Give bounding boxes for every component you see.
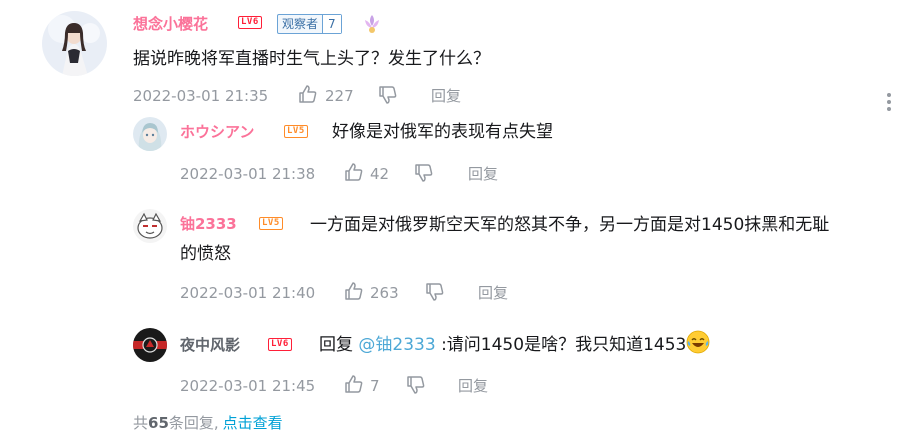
username[interactable]: 铀2333: [180, 215, 237, 233]
username[interactable]: 想念小樱花: [133, 15, 208, 33]
like-count: 42: [370, 165, 390, 183]
avatar[interactable]: [133, 328, 167, 362]
thumb-up-icon[interactable]: [298, 84, 318, 108]
like-count: 263: [370, 284, 399, 302]
more-vertical-icon[interactable]: [886, 93, 892, 113]
level-badge: LV5: [284, 125, 308, 138]
avatar[interactable]: [133, 209, 167, 243]
username[interactable]: 夜中风影: [180, 336, 240, 354]
crest-icon: [360, 12, 384, 36]
comment-text: 好像是对俄军的表现有点失望: [332, 122, 553, 142]
fan-medal[interactable]: 观察者 7: [277, 14, 342, 34]
avatar[interactable]: [42, 11, 107, 76]
thumb-down-icon[interactable]: [406, 375, 426, 399]
like-count: 227: [325, 87, 354, 105]
level-badge: LV5: [259, 217, 283, 230]
thumb-up-icon[interactable]: [344, 162, 364, 186]
avatar[interactable]: [133, 117, 167, 151]
thumb-up-icon[interactable]: [344, 281, 364, 305]
comment-text: 回复 @铀2333 :请问1450是啥？我只知道1453: [319, 330, 710, 364]
comment-body: :请问1450是啥？我只知道1453: [441, 335, 687, 355]
reply-summary: 共65条回复, 点击查看: [133, 414, 283, 432]
thumb-down-icon[interactable]: [425, 282, 445, 306]
comment-text-line-2: 的愤怒: [180, 244, 231, 264]
comment-text-line-1: 一方面是对俄罗斯空天军的怒其不争，另一方面是对1450抹黑和无耻: [310, 215, 830, 235]
mention-link[interactable]: @铀2333: [358, 335, 435, 355]
view-replies-link[interactable]: 点击查看: [223, 414, 283, 432]
comment-text: 据说昨晚将军直播时生气上头了？发生了什么？: [133, 49, 490, 69]
thumb-up-icon[interactable]: [344, 374, 364, 398]
summary-prefix: 共: [133, 414, 149, 432]
comment-time: 2022-03-01 21:45: [180, 377, 316, 395]
comment-time: 2022-03-01 21:35: [133, 87, 269, 105]
reply-button[interactable]: 回复: [431, 87, 461, 105]
level-badge: LV6: [268, 338, 292, 351]
thumb-down-icon[interactable]: [378, 85, 398, 109]
thumb-down-icon[interactable]: [414, 163, 434, 187]
reply-prefix: 回复: [319, 335, 353, 355]
reply-button[interactable]: 回复: [458, 377, 488, 395]
reply-count: 65: [148, 414, 169, 432]
reply-button[interactable]: 回复: [468, 165, 498, 183]
level-badge: LV6: [238, 16, 262, 29]
summary-suffix: 条回复,: [168, 414, 219, 432]
comment-time: 2022-03-01 21:38: [180, 165, 316, 183]
medal-name: 观察者: [282, 17, 319, 31]
like-count: 7: [370, 377, 380, 395]
medal-level: 7: [322, 15, 341, 33]
laughing-tears-emoji: [686, 330, 710, 364]
username[interactable]: ホウシアン: [180, 123, 254, 141]
comment-time: 2022-03-01 21:40: [180, 284, 316, 302]
reply-button[interactable]: 回复: [478, 284, 508, 302]
